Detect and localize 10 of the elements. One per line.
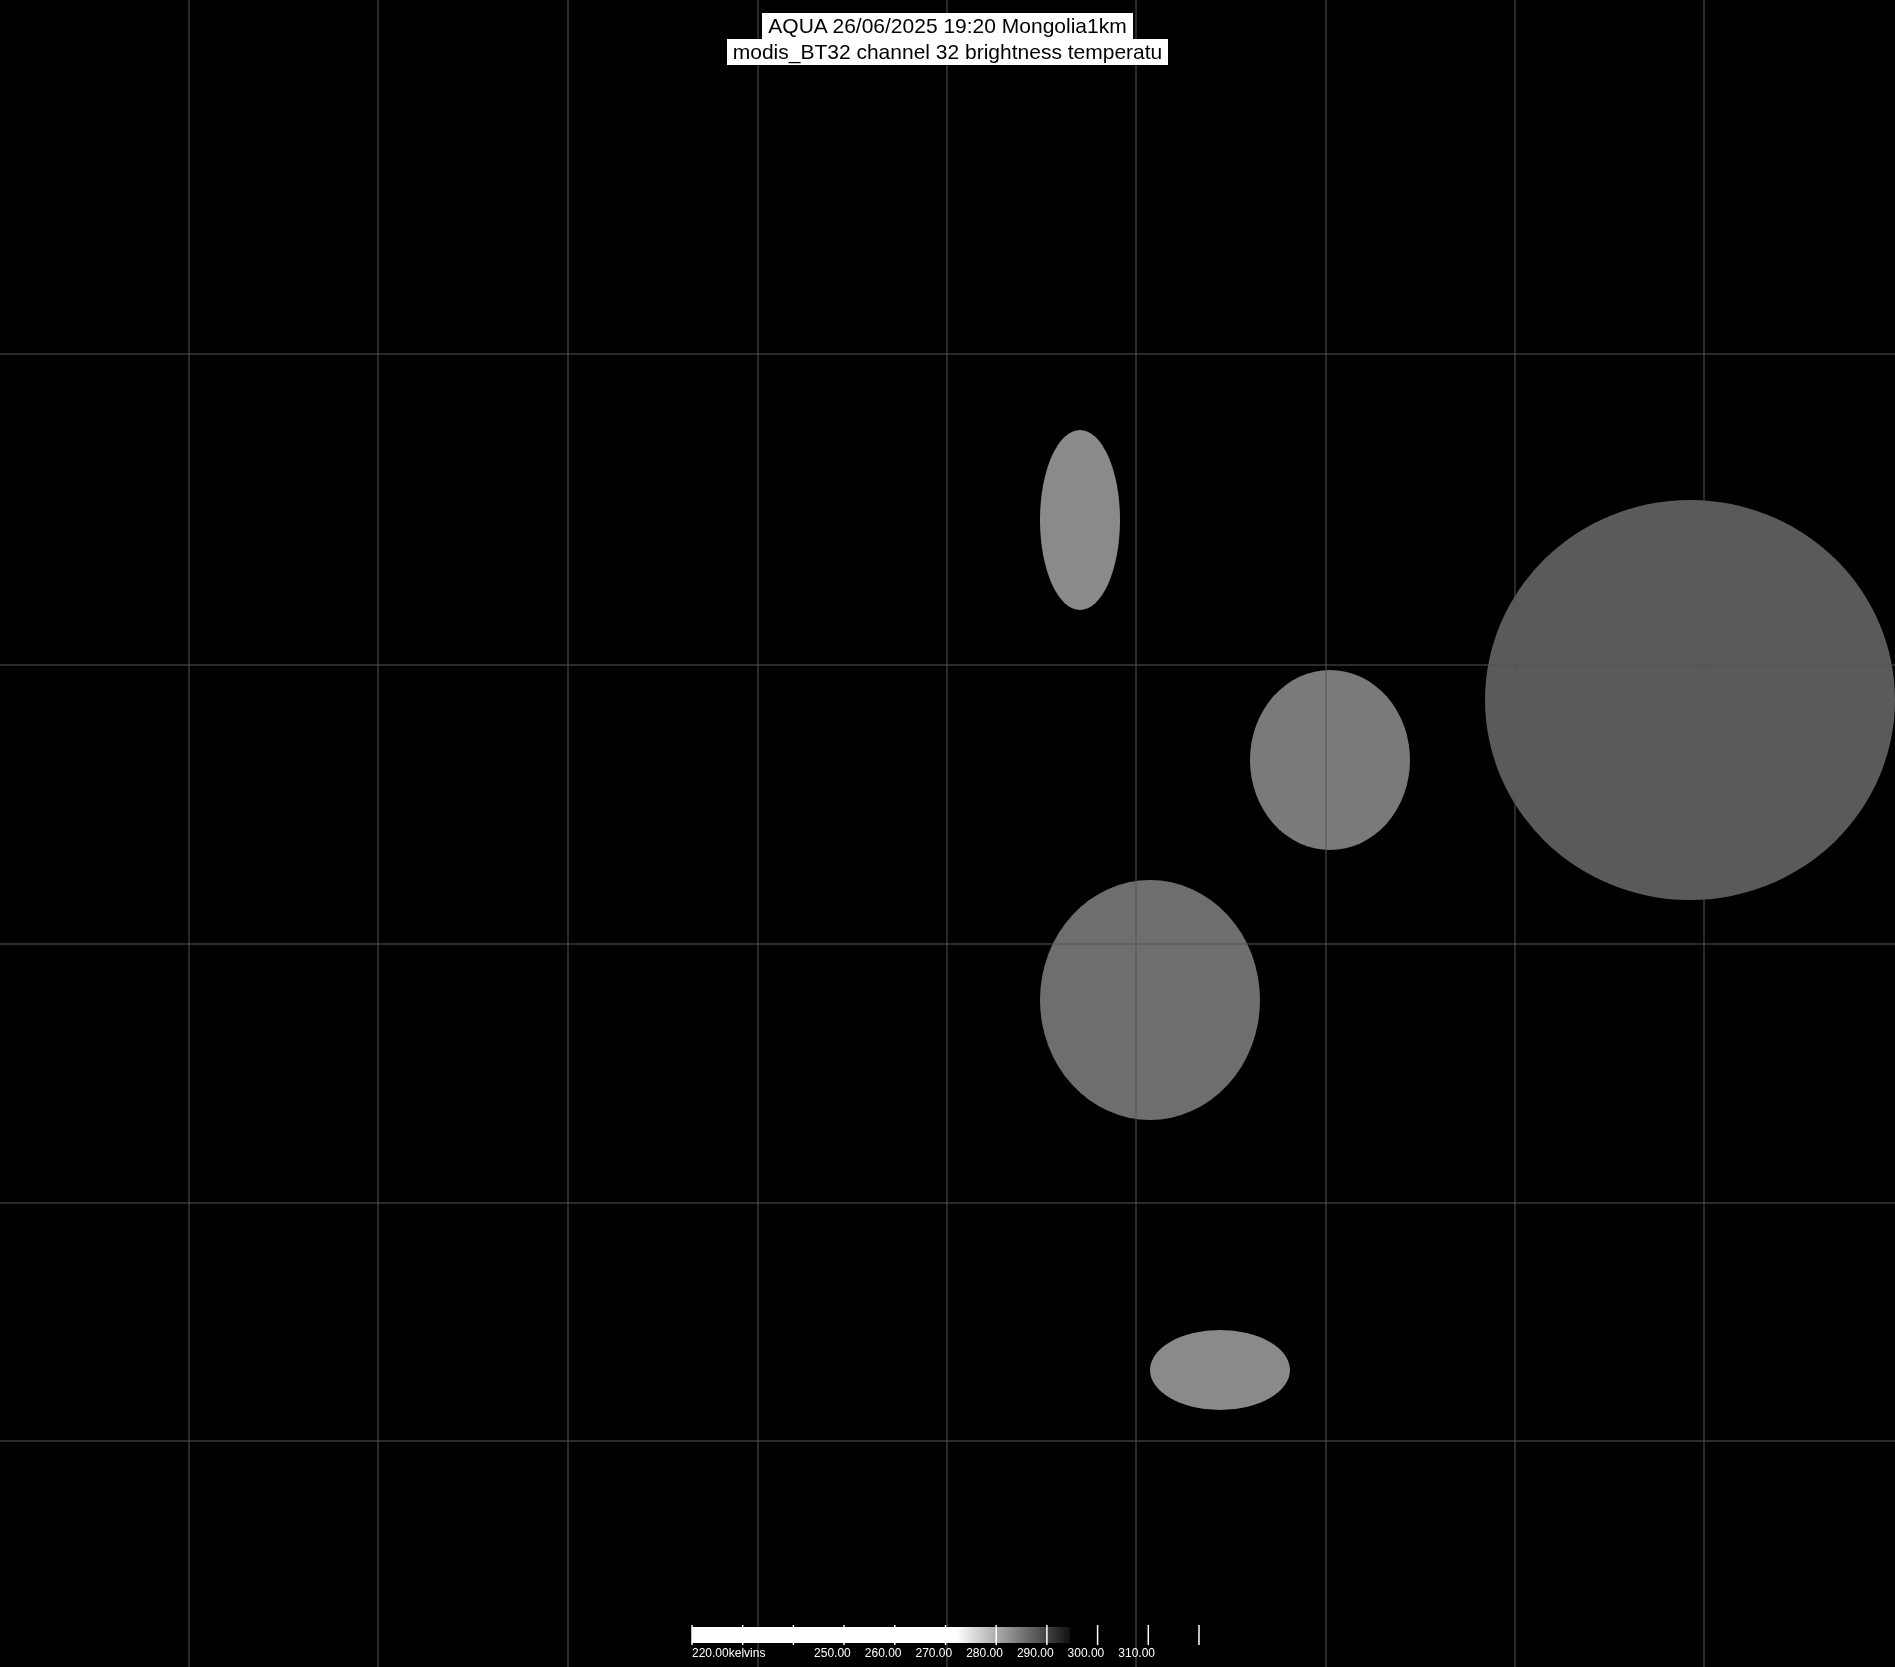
scale-label: 270.00 xyxy=(915,1646,953,1660)
scale-label: 280.00 xyxy=(966,1646,1003,1660)
scale-label: 220.00kelvins xyxy=(692,1646,766,1660)
scale-label: 300.00 xyxy=(1067,1646,1105,1660)
scale-label: 250.00 xyxy=(814,1646,851,1660)
scale-label: 260.00 xyxy=(864,1646,902,1660)
scale-label: 290.00 xyxy=(1016,1646,1054,1660)
image-title: AQUA 26/06/2025 19:20 Mongolia1km xyxy=(762,13,1133,39)
image-title: modis_BT32 channel 32 brightness temperatu xyxy=(726,39,1169,65)
scale-label: 310.00 xyxy=(1118,1646,1155,1660)
